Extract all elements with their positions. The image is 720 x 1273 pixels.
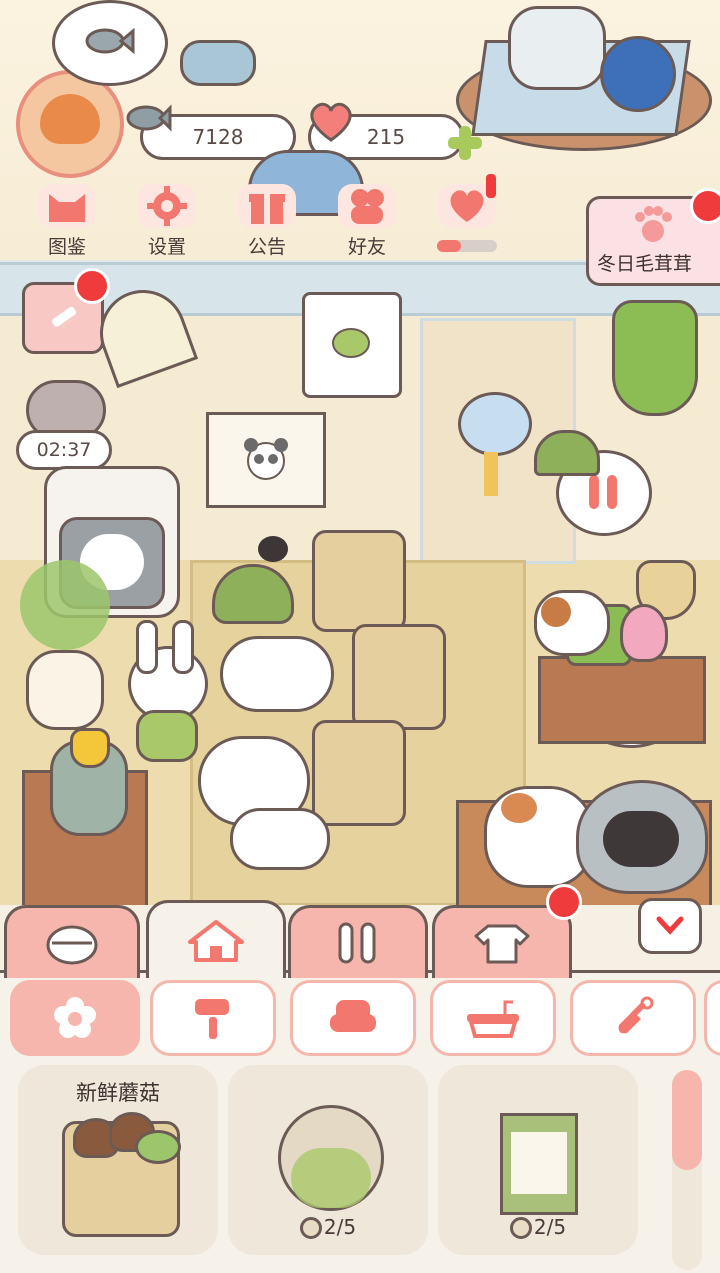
filter-garden[interactable] <box>570 980 696 1056</box>
mushroom-basket[interactable] <box>352 624 446 730</box>
shovel-icon <box>618 996 654 1034</box>
heart-count-text: 215 <box>366 125 406 149</box>
item-cost: 2/5 <box>438 1215 638 1239</box>
game-scene: 7128 215 图鉴 设置 公告 好友 冬日毛茸茸 02:37 <box>0 0 720 905</box>
item-card[interactable]: 2/5 <box>228 1065 428 1255</box>
mushroom-basket[interactable] <box>312 720 406 826</box>
item-card[interactable]: 2/5 <box>438 1065 638 1255</box>
catalog-button[interactable]: 图鉴 <box>22 184 112 260</box>
chevron-down-icon <box>656 916 684 935</box>
bowl-icon <box>46 925 98 965</box>
grooming-table <box>538 656 706 744</box>
tab-food-bowl[interactable] <box>4 905 140 978</box>
item-cost: 2/5 <box>228 1215 428 1239</box>
chef-hat <box>534 430 600 476</box>
black-kitten[interactable] <box>258 536 288 562</box>
outfits-notification-dot <box>546 884 582 920</box>
diary-notification-dot <box>74 268 110 304</box>
flower-icon <box>54 997 96 1038</box>
coin-icon <box>509 1217 532 1239</box>
visitor-timer: 02:37 <box>16 430 112 470</box>
item-scrollbar-track[interactable] <box>672 1070 702 1270</box>
love-letter-icon <box>450 190 484 222</box>
leaf-icon <box>332 328 370 358</box>
tab-dining[interactable] <box>288 905 428 978</box>
fish-count-text: 7128 <box>192 125 244 149</box>
main-menu: 图鉴 设置 公告 好友 <box>22 184 512 260</box>
filter-paint[interactable] <box>150 980 276 1056</box>
friends-icon <box>351 189 384 224</box>
panda-tapestry[interactable] <box>206 412 326 508</box>
shirt-icon <box>474 924 530 964</box>
blue-pot[interactable] <box>600 36 676 112</box>
cat-face-icon <box>49 194 85 222</box>
alert-mark <box>486 174 496 198</box>
mushroom-basket-icon <box>62 1112 181 1237</box>
leaf-picture-frame[interactable] <box>302 292 402 398</box>
tab-outfits[interactable] <box>432 905 572 978</box>
potted-plant[interactable] <box>26 650 104 730</box>
fish-icon <box>85 27 135 55</box>
fish-currency-icon <box>126 104 172 132</box>
item-card[interactable]: 新鲜蘑菇 <box>18 1065 218 1255</box>
white-cat[interactable] <box>220 636 334 712</box>
gift-icon <box>249 194 285 224</box>
heart-currency-icon <box>310 102 352 142</box>
coin-icon <box>299 1217 322 1239</box>
filter-furniture[interactable] <box>290 980 416 1056</box>
friends-button[interactable]: 好友 <box>322 184 412 260</box>
affection-progress-fill <box>437 240 461 252</box>
panda-scroll-icon <box>500 1113 578 1215</box>
item-name: 新鲜蘑菇 <box>76 1081 160 1105</box>
paint-roller-icon <box>195 999 229 1039</box>
calico-cat[interactable] <box>534 590 610 656</box>
yellow-tulip <box>70 728 110 768</box>
rice-cooker[interactable] <box>508 6 606 90</box>
panda-icon <box>244 438 288 480</box>
collapse-panel-button[interactable] <box>638 898 702 954</box>
tab-home[interactable] <box>146 900 286 978</box>
paw-icon <box>635 206 672 242</box>
bunny-kimono <box>136 710 198 762</box>
wind-chime[interactable] <box>458 392 532 456</box>
fork-knife-icon <box>338 922 376 964</box>
plant-leaves <box>20 560 110 650</box>
house-icon <box>188 919 244 962</box>
armchair-icon <box>330 1000 376 1032</box>
hanging-herbs[interactable] <box>612 300 698 416</box>
filter-more[interactable] <box>704 980 720 1056</box>
filter-flowers[interactable] <box>10 980 140 1056</box>
love-letter-button[interactable] <box>422 184 512 260</box>
timer-text: 02:37 <box>36 439 92 461</box>
announcement-button[interactable]: 公告 <box>222 184 312 260</box>
pencil-icon <box>52 306 77 327</box>
settings-button[interactable]: 设置 <box>122 184 212 260</box>
fork-knife-icon <box>589 475 617 509</box>
affection-progress <box>437 240 497 252</box>
pink-plant[interactable] <box>620 604 668 662</box>
gear-icon <box>147 186 187 226</box>
shark-costume-cat[interactable] <box>576 780 708 894</box>
fox-icon <box>40 94 100 144</box>
wind-chime-tassel <box>484 452 498 496</box>
event-banner-label: 冬日毛茸茸 <box>597 253 693 275</box>
item-scrollbar-thumb[interactable] <box>672 1070 702 1170</box>
event-notification-dot <box>690 188 720 224</box>
hair-dryer[interactable] <box>180 40 256 86</box>
bathtub-icon <box>467 1000 519 1038</box>
ivy-planter-icon <box>278 1105 384 1211</box>
fish-bubble[interactable] <box>52 0 168 86</box>
menu-label: 公告 <box>247 236 286 258</box>
mushroom-basket[interactable] <box>312 530 406 632</box>
filter-bath[interactable] <box>430 980 556 1056</box>
menu-label: 设置 <box>147 236 186 258</box>
player-avatar[interactable] <box>16 70 124 178</box>
menu-label: 好友 <box>347 236 386 258</box>
menu-label: 图鉴 <box>47 236 86 258</box>
